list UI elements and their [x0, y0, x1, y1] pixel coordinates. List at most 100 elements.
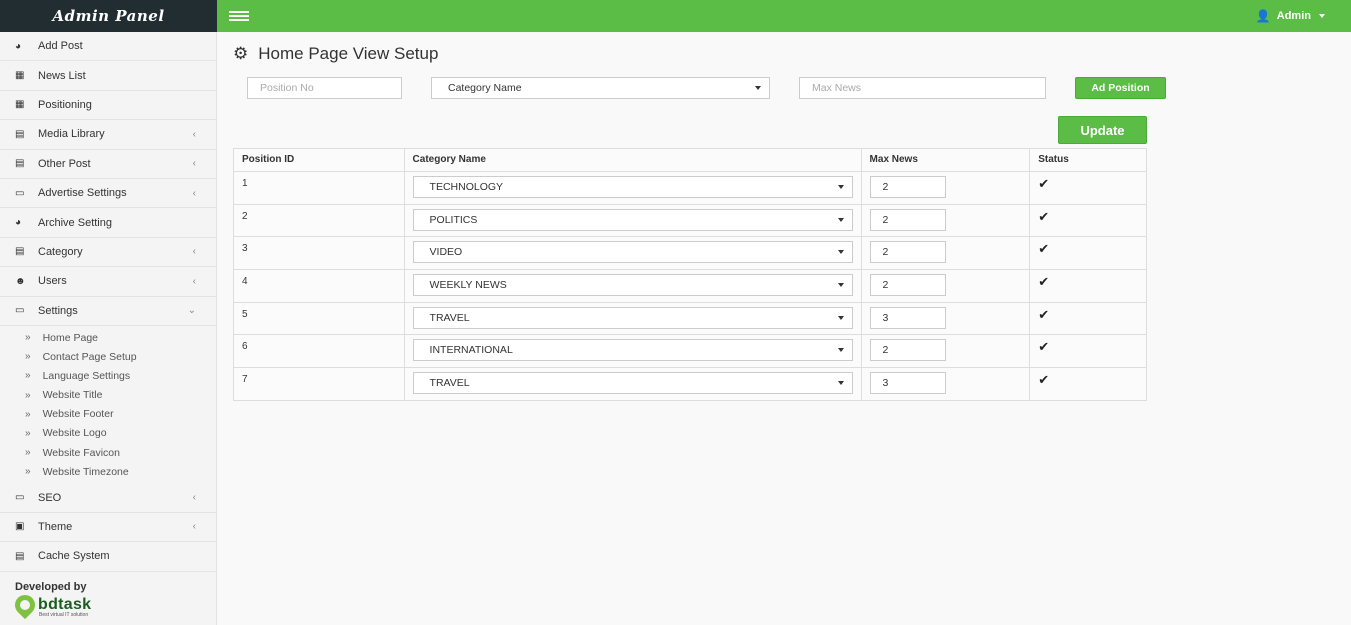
checkmark-icon[interactable]: ✔ — [1038, 210, 1049, 223]
position-id-cell: 3 — [233, 236, 405, 271]
row-category-select[interactable]: WEEKLY NEWS — [412, 274, 853, 297]
grid-icon: ▦ — [15, 99, 25, 111]
chevron-left-icon: ‹ — [192, 187, 196, 199]
row-category-select[interactable]: TRAVEL — [412, 372, 853, 395]
laptop-icon: ▭ — [15, 492, 25, 504]
chevron-down-icon — [837, 283, 844, 288]
sidebar-item-cache-system[interactable]: ▤ Cache System — [0, 542, 216, 572]
sidebar-item-media-library[interactable]: ▤ Media Library ‹ — [0, 120, 216, 150]
laptop-icon: ▭ — [15, 305, 25, 317]
logo-tagline: Best virtual IT solution — [39, 612, 89, 618]
sidebar-item-label: Users — [38, 275, 67, 288]
double-chevron-right-icon: » — [25, 351, 31, 363]
submenu-item-website-title[interactable]: » Website Title — [0, 385, 216, 404]
double-chevron-right-icon: » — [25, 408, 31, 420]
positions-table: Position ID Category Name Max News Statu… — [233, 148, 1147, 401]
row-max-news-input[interactable]: 2 — [869, 176, 946, 198]
status-cell: ✔ — [1029, 367, 1147, 401]
chevron-left-icon: ‹ — [192, 158, 196, 170]
submenu-item-website-timezone[interactable]: » Website Timezone — [0, 462, 216, 481]
sidebar-item-advertise-settings[interactable]: ▭ Advertise Settings ‹ — [0, 179, 216, 209]
row-category-select[interactable]: VIDEO — [412, 241, 853, 264]
checkmark-icon[interactable]: ✔ — [1038, 275, 1049, 288]
laptop-icon: ▭ — [15, 187, 25, 199]
category-cell: VIDEO — [403, 236, 862, 271]
submenu-item-label: Website Favicon — [42, 446, 120, 459]
submenu-item-label: Website Title — [42, 389, 103, 402]
row-category-select[interactable]: POLITICS — [412, 208, 853, 231]
position-no-input[interactable] — [247, 77, 402, 99]
category-cell: WEEKLY NEWS — [403, 269, 862, 303]
table-row: 6 INTERNATIONAL 2 ✔ — [233, 334, 1147, 369]
sidebar-item-category[interactable]: ▤ Category ‹ — [0, 238, 216, 268]
row-max-news-input[interactable]: 3 — [869, 372, 946, 395]
double-chevron-right-icon: » — [25, 427, 31, 439]
chevron-left-icon: ‹ — [192, 275, 196, 287]
chevron-down-icon: ⌄ — [187, 305, 196, 317]
position-id-cell: 5 — [233, 301, 405, 336]
submenu-item-website-logo[interactable]: » Website Logo — [0, 424, 216, 443]
row-category-value: VIDEO — [429, 246, 463, 259]
category-cell: INTERNATIONAL — [403, 334, 862, 369]
submenu-item-language-settings[interactable]: » Language Settings — [0, 366, 216, 385]
category-cell: TRAVEL — [403, 367, 862, 401]
sidebar-item-settings[interactable]: ▭ Settings ⌄ — [0, 297, 216, 326]
submenu-item-website-footer[interactable]: » Website Footer — [0, 405, 216, 424]
row-category-select[interactable]: INTERNATIONAL — [412, 339, 853, 362]
row-max-news-input[interactable]: 2 — [869, 274, 946, 297]
sidebar-item-label: Other Post — [38, 157, 91, 170]
row-category-value: WEEKLY NEWS — [429, 279, 507, 292]
sidebar-item-seo[interactable]: ▭ SEO ‹ — [0, 483, 216, 513]
chart-icon: ▤ — [15, 550, 25, 562]
sidebar-item-add-post[interactable]: ◕ Add Post — [0, 32, 216, 62]
row-category-value: TRAVEL — [429, 311, 470, 324]
row-max-news-input[interactable]: 2 — [869, 339, 946, 362]
update-button[interactable]: Update — [1058, 116, 1147, 144]
add-position-button[interactable]: Ad Position — [1075, 77, 1166, 99]
status-cell: ✔ — [1029, 171, 1147, 205]
submenu-item-home-page[interactable]: » Home Page — [0, 328, 216, 347]
double-chevron-right-icon: » — [25, 466, 31, 478]
chevron-down-icon — [837, 217, 844, 222]
sidebar-item-theme[interactable]: ▣ Theme ‹ — [0, 513, 216, 543]
user-icon: ☻ — [15, 275, 26, 287]
status-cell: ✔ — [1029, 269, 1147, 303]
category-cell: TRAVEL — [403, 301, 862, 336]
sidebar-item-label: Cache System — [38, 550, 110, 563]
checkmark-icon[interactable]: ✔ — [1038, 242, 1049, 255]
checkmark-icon[interactable]: ✔ — [1038, 308, 1049, 321]
max-news-cell: 2 — [860, 203, 1031, 238]
position-id-cell: 4 — [233, 269, 405, 303]
double-chevron-right-icon: » — [25, 370, 31, 382]
sidebar-item-news-list[interactable]: ▦ News List — [0, 61, 216, 91]
sidebar-item-other-post[interactable]: ▤ Other Post ‹ — [0, 150, 216, 179]
page-title: ⚙ Home Page View Setup — [233, 44, 438, 64]
sidebar-item-archive-setting[interactable]: ◕ Archive Setting — [0, 208, 216, 238]
row-max-news-input[interactable]: 3 — [869, 306, 946, 329]
row-category-select[interactable]: TECHNOLOGY — [412, 176, 853, 198]
category-select[interactable]: Category Name — [431, 77, 770, 99]
max-news-input[interactable] — [799, 77, 1046, 99]
sidebar-item-users[interactable]: ☻ Users ‹ — [0, 267, 216, 297]
row-max-news-input[interactable]: 2 — [869, 208, 946, 231]
row-category-select[interactable]: TRAVEL — [412, 306, 853, 329]
user-menu[interactable]: 👤 Admin — [1256, 9, 1325, 23]
row-max-news-input[interactable]: 2 — [869, 241, 946, 264]
status-cell: ✔ — [1029, 203, 1147, 238]
checkmark-icon[interactable]: ✔ — [1038, 177, 1049, 190]
brand-title[interactable]: Admin Panel — [0, 0, 217, 32]
submenu-item-contact-page-setup[interactable]: » Contact Page Setup — [0, 347, 216, 366]
checkmark-icon[interactable]: ✔ — [1038, 340, 1049, 353]
checkmark-icon[interactable]: ✔ — [1038, 373, 1049, 386]
submenu-item-website-favicon[interactable]: » Website Favicon — [0, 443, 216, 462]
header-status: Status — [1029, 148, 1147, 172]
menu-toggle-icon[interactable] — [229, 11, 249, 21]
category-select-value: Category Name — [448, 82, 522, 94]
max-news-cell: 3 — [860, 367, 1031, 401]
logo-drop-icon — [10, 590, 40, 620]
submenu-item-label: Website Footer — [42, 408, 114, 421]
chevron-left-icon: ‹ — [192, 492, 196, 504]
table-row: 2 POLITICS 2 ✔ — [233, 203, 1147, 238]
sidebar-item-positioning[interactable]: ▦ Positioning — [0, 91, 216, 121]
max-news-cell: 2 — [860, 236, 1031, 271]
